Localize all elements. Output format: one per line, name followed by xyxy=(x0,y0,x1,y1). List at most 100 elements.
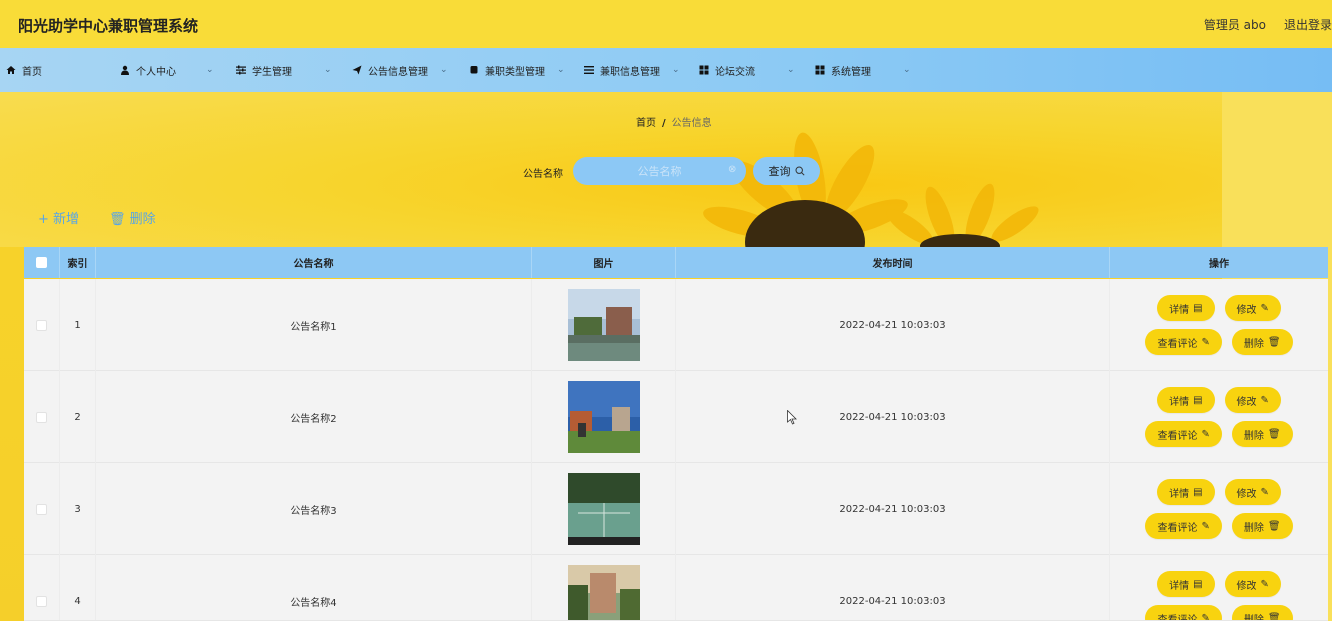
nav-label-students: 学生管理 xyxy=(252,66,292,78)
clear-icon[interactable]: ⊗ xyxy=(728,164,736,175)
row-name: 公告名称1 xyxy=(96,279,532,371)
row-name: 公告名称3 xyxy=(96,463,532,555)
row-name: 公告名称4 xyxy=(96,555,532,620)
view-comments-label: 查看评论 xyxy=(1157,614,1198,621)
view-comments-label: 查看评论 xyxy=(1157,522,1198,534)
edit-label: 修改 xyxy=(1236,580,1257,592)
nav-item-job-info-management[interactable]: 兼职信息管理 ⌄ xyxy=(584,48,680,92)
document-icon: ▤ xyxy=(1193,302,1203,314)
nav-label-personal: 个人中心 xyxy=(136,66,176,78)
main-nav: 首页 个人中心 ⌄ 学生管理 ⌄ 公告信息管理 ⌄ 兼职类型管理 ⌄ 兼职信息管… xyxy=(0,48,1332,92)
detail-button[interactable]: 详情 ▤ xyxy=(1157,571,1215,597)
search-button[interactable]: 查询 xyxy=(753,157,820,185)
row-index: 3 xyxy=(60,463,96,555)
nav-label-job-type-management: 兼职类型管理 xyxy=(485,66,545,78)
view-comments-button[interactable]: 查看评论 ✎ xyxy=(1145,329,1222,355)
nav-item-system-management[interactable]: 系统管理 ⌄ xyxy=(815,48,911,92)
detail-button[interactable]: 详情 ▤ xyxy=(1157,387,1215,413)
nav-item-personal[interactable]: 个人中心 ⌄ xyxy=(120,48,214,92)
row-publish-time: 2022-04-21 10:03:03 xyxy=(676,371,1110,463)
document-icon: ▤ xyxy=(1193,578,1203,590)
list-icon xyxy=(584,65,594,75)
breadcrumb-home[interactable]: 首页 xyxy=(636,118,656,129)
chevron-down-icon: ⌄ xyxy=(324,65,332,75)
edit-label: 修改 xyxy=(1236,304,1257,316)
table-row: 1 公告名称1 2022-04-21 10:03:03 详情 ▤ 修改 ✎ 查看评论… xyxy=(24,279,1328,371)
nav-item-home[interactable]: 首页 xyxy=(6,48,42,92)
pencil-icon: ✎ xyxy=(1260,302,1269,314)
column-header-publish-time: 发布时间 xyxy=(676,247,1110,278)
chevron-down-icon: ⌄ xyxy=(557,65,565,75)
column-header-index: 索引 xyxy=(60,247,96,278)
nav-item-students[interactable]: 学生管理 ⌄ xyxy=(236,48,332,92)
detail-button[interactable]: 详情 ▤ xyxy=(1157,479,1215,505)
batch-delete-button[interactable]: 🗑 删除 xyxy=(109,208,156,227)
delete-label: 删除 xyxy=(1243,430,1264,442)
edit-button[interactable]: 修改 ✎ xyxy=(1224,479,1281,505)
edit-button[interactable]: 修改 ✎ xyxy=(1224,295,1281,321)
trash-icon: 🗑 xyxy=(1267,520,1281,532)
row-publish-time: 2022-04-21 10:03:03 xyxy=(676,279,1110,371)
chevron-down-icon: ⌄ xyxy=(787,65,795,75)
view-comments-button[interactable]: 查看评论 ✎ xyxy=(1145,513,1222,539)
delete-button[interactable]: 删除 🗑 xyxy=(1231,605,1293,620)
detail-label: 详情 xyxy=(1169,488,1190,500)
search-label: 公告名称 xyxy=(523,169,563,180)
notice-image[interactable] xyxy=(567,565,640,621)
search-input[interactable] xyxy=(573,157,746,185)
edit-button[interactable]: 修改 ✎ xyxy=(1224,571,1281,597)
trash-icon: 🗑 xyxy=(1267,428,1281,440)
edit-button[interactable]: 修改 ✎ xyxy=(1224,387,1281,413)
nav-label-home: 首页 xyxy=(22,66,42,78)
sliders-icon xyxy=(236,65,246,75)
logout-link[interactable]: 退出登录 xyxy=(1284,16,1332,33)
breadcrumb: 首页 / 公告信息 xyxy=(636,114,712,129)
chevron-down-icon: ⌄ xyxy=(672,65,680,75)
breadcrumb-separator: / xyxy=(662,118,666,129)
app-title: 阳光助学中心兼职管理系统 xyxy=(18,17,199,35)
nav-label-system-management: 系统管理 xyxy=(831,66,871,78)
column-header-name: 公告名称 xyxy=(96,247,532,278)
row-actions: 详情 ▤ 修改 ✎ 查看评论 ✎ 删除 🗑 xyxy=(1110,279,1328,371)
nav-item-job-type-management[interactable]: 兼职类型管理 ⌄ xyxy=(469,48,565,92)
delete-label: 删除 xyxy=(1243,338,1264,350)
tag-icon xyxy=(469,65,479,75)
nav-label-notice-management: 公告信息管理 xyxy=(368,66,428,78)
notice-image[interactable] xyxy=(567,381,640,453)
row-actions: 详情 ▤ 修改 ✎ 查看评论 ✎ 删除 🗑 xyxy=(1110,555,1328,621)
pencil-icon: ✎ xyxy=(1201,428,1210,440)
add-button[interactable]: + 新增 xyxy=(38,208,79,227)
nav-item-forum[interactable]: 论坛交流 ⌄ xyxy=(699,48,795,92)
view-comments-button[interactable]: 查看评论 ✎ xyxy=(1145,421,1222,447)
home-icon xyxy=(6,65,16,75)
trash-icon: 🗑 xyxy=(109,212,126,227)
table-header: 索引 公告名称 图片 发布时间 操作 xyxy=(24,247,1328,278)
row-checkbox[interactable] xyxy=(36,319,47,331)
select-all-cell[interactable] xyxy=(24,247,60,278)
admin-user-label[interactable]: 管理员 abo xyxy=(1204,16,1266,33)
nav-label-forum: 论坛交流 xyxy=(715,66,755,78)
detail-label: 详情 xyxy=(1169,580,1190,592)
view-comments-label: 查看评论 xyxy=(1157,430,1198,442)
row-name: 公告名称2 xyxy=(96,371,532,463)
notice-image[interactable] xyxy=(567,473,640,545)
delete-button[interactable]: 删除 🗑 xyxy=(1231,421,1293,447)
column-header-image: 图片 xyxy=(532,247,676,278)
document-icon: ▤ xyxy=(1193,486,1203,498)
select-all-checkbox[interactable] xyxy=(36,257,47,268)
edit-label: 修改 xyxy=(1236,488,1257,500)
top-bar: 阳光助学中心兼职管理系统 管理员 abo 退出登录 xyxy=(0,0,1332,48)
row-checkbox[interactable] xyxy=(36,411,47,423)
delete-button[interactable]: 删除 🗑 xyxy=(1231,329,1293,355)
notice-image[interactable] xyxy=(567,289,640,361)
row-checkbox[interactable] xyxy=(36,595,47,607)
nav-label-job-info-management: 兼职信息管理 xyxy=(600,66,660,78)
delete-button[interactable]: 删除 🗑 xyxy=(1231,513,1293,539)
detail-button[interactable]: 详情 ▤ xyxy=(1157,295,1215,321)
view-comments-button[interactable]: 查看评论 ✎ xyxy=(1145,605,1222,621)
edit-label: 修改 xyxy=(1236,396,1257,408)
row-checkbox[interactable] xyxy=(36,503,47,515)
pencil-icon: ✎ xyxy=(1260,486,1269,498)
user-area: 管理员 abo 退出登录 xyxy=(1204,16,1332,33)
nav-item-notice-management[interactable]: 公告信息管理 ⌄ xyxy=(352,48,448,92)
